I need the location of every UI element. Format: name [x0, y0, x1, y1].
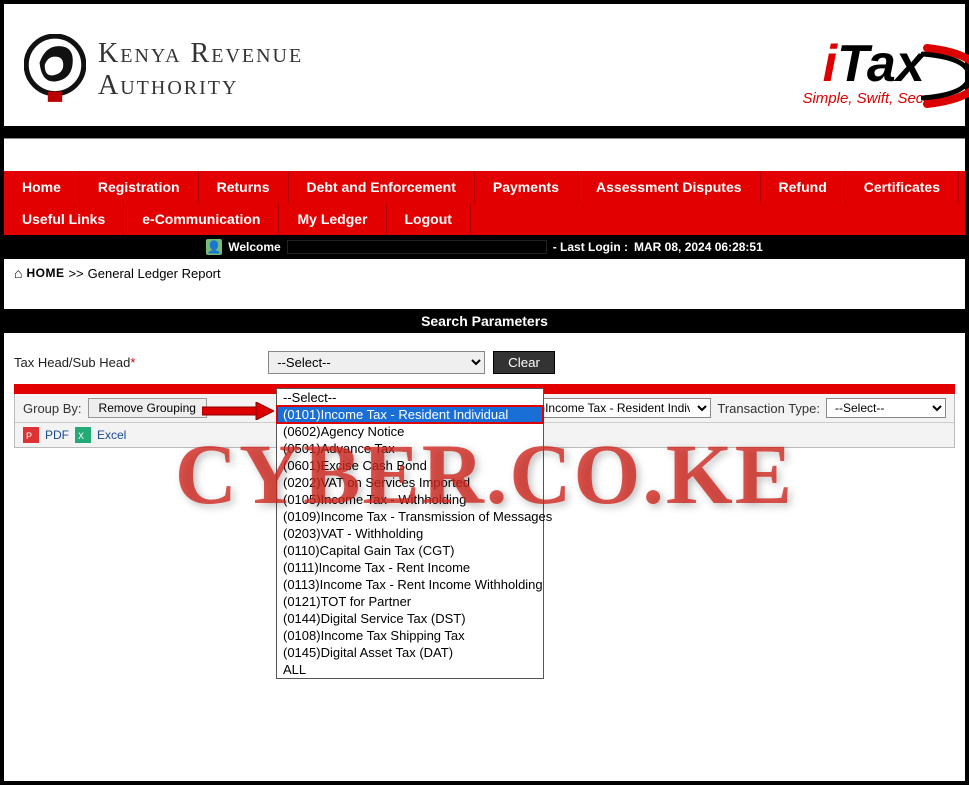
search-parameters-header: Search Parameters: [4, 309, 965, 333]
breadcrumb-page: General Ledger Report: [88, 266, 221, 281]
remove-grouping-button[interactable]: Remove Grouping: [88, 398, 207, 418]
transaction-type-label: Transaction Type:: [717, 401, 820, 416]
dropdown-option[interactable]: (0109)Income Tax - Transmission of Messa…: [277, 508, 543, 525]
transaction-type-select[interactable]: --Select--: [826, 398, 946, 418]
nav-registration[interactable]: Registration: [80, 171, 199, 203]
nav-certificates[interactable]: Certificates: [846, 171, 959, 203]
dropdown-option[interactable]: (0113)Income Tax - Rent Income Withholdi…: [277, 576, 543, 593]
dropdown-option[interactable]: (0203)VAT - Withholding: [277, 525, 543, 542]
dropdown-option-highlighted[interactable]: (0101)Income Tax - Resident Individual: [277, 406, 543, 423]
kra-name: Kenya Revenue Authority: [98, 38, 303, 102]
dropdown-option[interactable]: (0501)Advance Tax: [277, 440, 543, 457]
home-icon[interactable]: ⌂: [14, 265, 22, 281]
nav-useful-links[interactable]: Useful Links: [4, 203, 124, 235]
header-divider: [4, 126, 965, 138]
itax-word: iTax: [802, 34, 945, 94]
dropdown-option[interactable]: (0108)Income Tax Shipping Tax: [277, 627, 543, 644]
dropdown-option[interactable]: ALL: [277, 661, 543, 678]
excel-icon: X: [75, 427, 91, 443]
kra-line2: Authority: [98, 70, 303, 102]
kra-logo: Kenya Revenue Authority: [24, 34, 303, 106]
dropdown-option[interactable]: (0601)Excise Cash Bond: [277, 457, 543, 474]
nav-my-ledger[interactable]: My Ledger: [279, 203, 386, 235]
itax-logo: iTax Simple, Swift, Secure: [802, 34, 945, 107]
username-redacted: [287, 240, 547, 254]
user-icon: 👤: [206, 239, 222, 255]
nav-debt-enforcement[interactable]: Debt and Enforcement: [289, 171, 475, 203]
dropdown-option[interactable]: (0111)Income Tax - Rent Income: [277, 559, 543, 576]
last-login-label: - Last Login :: [553, 240, 628, 254]
export-excel-link[interactable]: Excel: [97, 428, 126, 442]
welcome-label: Welcome: [228, 240, 280, 254]
dropdown-option[interactable]: (0145)Digital Asset Tax (DAT): [277, 644, 543, 661]
kra-lion-icon: [24, 34, 86, 106]
group-by-label: Group By:: [23, 401, 82, 416]
clear-button[interactable]: Clear: [493, 351, 555, 374]
dropdown-option[interactable]: (0110)Capital Gain Tax (CGT): [277, 542, 543, 559]
tax-head-row: Tax Head/Sub Head* --Select-- Clear: [4, 333, 965, 382]
dropdown-option[interactable]: (0602)Agency Notice: [277, 423, 543, 440]
last-login-value: MAR 08, 2024 06:28:51: [634, 240, 763, 254]
svg-text:P: P: [26, 431, 32, 441]
kra-line1: Kenya Revenue: [98, 38, 303, 70]
breadcrumb: ⌂ HOME >> General Ledger Report: [4, 259, 965, 287]
pdf-icon: P: [23, 427, 39, 443]
dropdown-option[interactable]: --Select--: [277, 389, 543, 406]
tax-head-label-text: Tax Head/Sub Head: [14, 355, 130, 370]
tax-head-dropdown-list[interactable]: --Select-- (0101)Income Tax - Resident I…: [276, 388, 544, 679]
dropdown-option[interactable]: (0121)TOT for Partner: [277, 593, 543, 610]
dropdown-option[interactable]: (0144)Digital Service Tax (DST): [277, 610, 543, 627]
dropdown-option[interactable]: (0202)VAT on Services Imported: [277, 474, 543, 491]
nav-returns[interactable]: Returns: [199, 171, 289, 203]
required-asterisk: *: [130, 355, 135, 370]
swoosh-icon: [921, 40, 969, 125]
nav-ecommunication[interactable]: e-Communication: [124, 203, 279, 235]
header: Kenya Revenue Authority iTax Simple, Swi…: [4, 4, 965, 126]
welcome-bar: 👤 Welcome - Last Login : MAR 08, 2024 06…: [4, 235, 965, 259]
tax-head-select[interactable]: --Select--: [268, 351, 485, 374]
spacer: [4, 139, 965, 171]
nav-refund[interactable]: Refund: [761, 171, 846, 203]
dropdown-option[interactable]: (0105)Income Tax - Withholding: [277, 491, 543, 508]
nav-logout[interactable]: Logout: [387, 203, 471, 235]
svg-text:X: X: [78, 431, 84, 441]
itax-main-word: Tax: [837, 35, 925, 93]
breadcrumb-sep: >>: [68, 266, 83, 281]
main-nav: Home Registration Returns Debt and Enfor…: [4, 171, 965, 235]
nav-home[interactable]: Home: [4, 171, 80, 203]
export-pdf-link[interactable]: PDF: [45, 428, 69, 442]
itax-prefix: i: [823, 35, 837, 93]
tax-head-label: Tax Head/Sub Head*: [14, 355, 260, 370]
nav-payments[interactable]: Payments: [475, 171, 578, 203]
breadcrumb-home[interactable]: HOME: [26, 266, 64, 280]
nav-assessment-disputes[interactable]: Assessment Disputes: [578, 171, 761, 203]
